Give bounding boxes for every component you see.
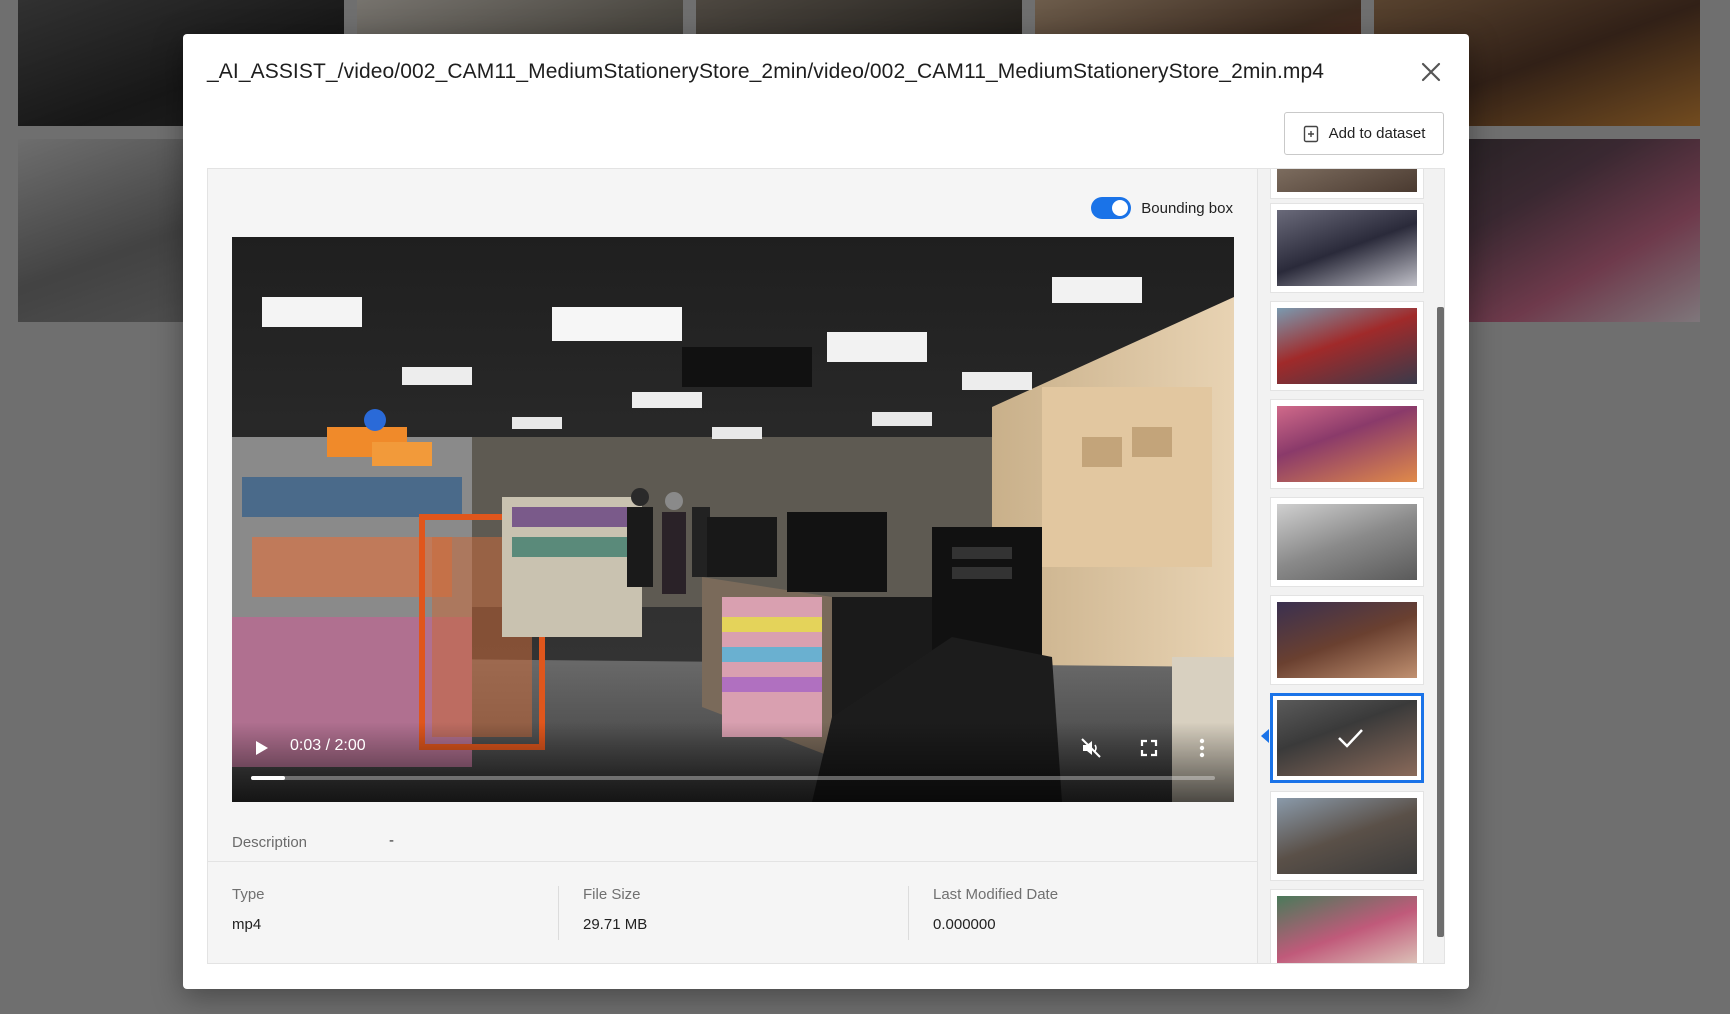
volume-muted-icon	[1081, 738, 1101, 758]
last-modified-field: Last Modified Date 0.000000	[933, 886, 1058, 942]
type-value: mp4	[232, 916, 262, 933]
play-icon	[256, 741, 268, 755]
video-frame	[232, 237, 1234, 802]
video-thumbnail-selected[interactable]	[1270, 693, 1424, 783]
thumbnail-scrollbar[interactable]	[1437, 307, 1444, 937]
video-pane: Bounding box 0:03 / 2:00 Description - T…	[208, 169, 1258, 963]
description-label: Description	[232, 834, 308, 851]
bounding-box-label: Bounding box	[1141, 199, 1233, 217]
thumbnail-strip	[1258, 169, 1444, 963]
video-thumbnail[interactable]	[1270, 203, 1424, 293]
video-controls: 0:03 / 2:00	[232, 722, 1234, 802]
bounding-box-toggle[interactable]	[1091, 197, 1132, 219]
close-icon	[1421, 62, 1441, 82]
last-modified-label: Last Modified Date	[933, 886, 1059, 903]
file-metadata: Type mp4 File Size 29.71 MB Last Modifie…	[208, 861, 1258, 963]
video-thumbnail[interactable]	[1270, 497, 1424, 587]
last-modified-value: 0.000000	[933, 916, 996, 933]
video-detail-modal: _AI_ASSIST_/video/002_CAM11_MediumStatio…	[183, 34, 1469, 989]
mute-button[interactable]	[1080, 737, 1102, 764]
file-size-label: File Size	[583, 886, 641, 903]
modal-title: _AI_ASSIST_/video/002_CAM11_MediumStatio…	[207, 60, 1325, 83]
video-thumbnail[interactable]	[1270, 399, 1424, 489]
time-display: 0:03 / 2:00	[290, 737, 366, 754]
progress-fill	[251, 776, 285, 780]
progress-bar[interactable]	[251, 776, 1215, 780]
add-file-icon	[1303, 125, 1318, 142]
video-thumbnail[interactable]	[1270, 595, 1424, 685]
video-thumbnail[interactable]	[1270, 889, 1424, 963]
add-to-dataset-button[interactable]: Add to dataset	[1284, 112, 1444, 155]
description-row: Description -	[232, 827, 1234, 857]
add-to-dataset-label: Add to dataset	[1328, 125, 1426, 142]
file-size-value: 29.71 MB	[583, 916, 648, 933]
file-size-field: File Size 29.71 MB	[583, 886, 647, 942]
check-icon	[1338, 729, 1363, 748]
video-thumbnail[interactable]	[1270, 791, 1424, 881]
content-panel: Bounding box 0:03 / 2:00 Description - T…	[207, 168, 1445, 964]
divider	[908, 886, 909, 940]
more-options-button[interactable]	[1199, 738, 1205, 763]
description-value: -	[389, 832, 394, 849]
video-player[interactable]: 0:03 / 2:00	[232, 237, 1234, 802]
fullscreen-icon	[1140, 739, 1158, 757]
selected-indicator	[1261, 729, 1269, 743]
type-label: Type	[232, 886, 265, 903]
video-thumbnail[interactable]	[1270, 169, 1424, 199]
close-button[interactable]	[1419, 60, 1443, 84]
divider	[558, 886, 559, 940]
play-button[interactable]	[254, 739, 270, 762]
fullscreen-button[interactable]	[1140, 739, 1158, 762]
video-thumbnail[interactable]	[1270, 301, 1424, 391]
type-field: Type mp4	[232, 886, 265, 942]
bounding-box-control: Bounding box	[1091, 197, 1233, 219]
more-vertical-icon	[1199, 738, 1205, 758]
